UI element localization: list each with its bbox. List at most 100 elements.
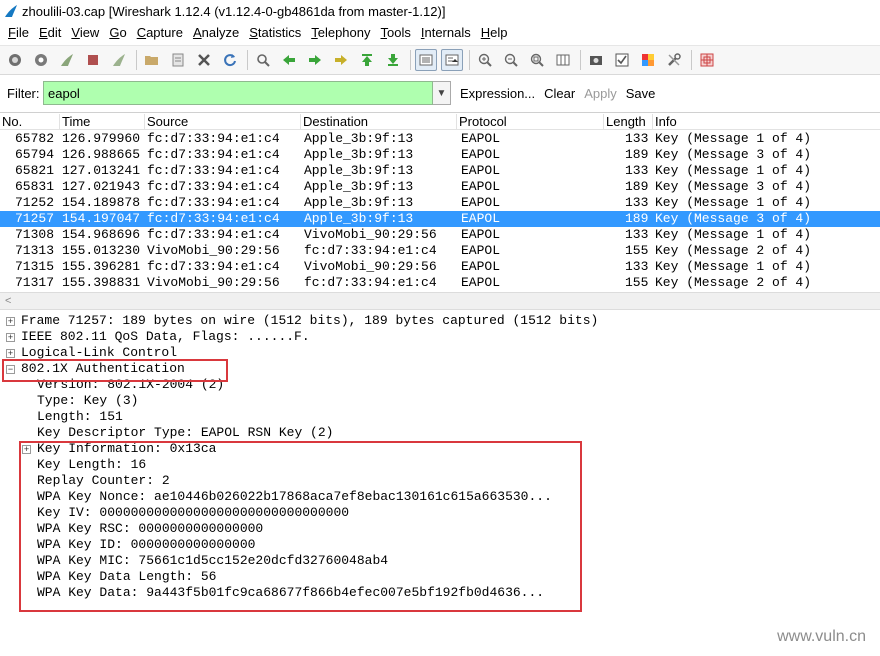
expression-button[interactable]: Expression... (460, 86, 535, 101)
tree-item-wpa-key-data-length[interactable]: WPA Key Data Length: 56 (37, 569, 216, 585)
cell-info: Key (Message 1 of 4) (655, 195, 812, 210)
apply-button[interactable]: Apply (584, 86, 617, 101)
expand-plus-icon[interactable]: + (6, 349, 15, 358)
menu-internals[interactable]: Internals (416, 22, 476, 44)
cell-info: Key (Message 3 of 4) (655, 147, 812, 162)
menu-help[interactable]: Help (476, 22, 513, 44)
packet-list-horizontal-scrollbar[interactable]: < (0, 292, 880, 310)
cell-destination: VivoMobi_90:29:56 (304, 227, 437, 242)
packet-details-tree[interactable]: + Frame 71257: 189 bytes on wire (1512 b… (0, 313, 880, 656)
packet-row[interactable]: 71252 154.189878 fc:d7:33:94:e1:c4 Apple_3b… (0, 195, 880, 211)
find-packet-icon[interactable] (252, 49, 274, 71)
tree-item-key-length[interactable]: Key Length: 16 (37, 457, 146, 473)
menu-file[interactable]: File (3, 22, 34, 44)
menu-analyze[interactable]: Analyze (188, 22, 244, 44)
tree-item-wpa-key-mic[interactable]: WPA Key MIC: 75661c1d5cc152e20dcfd327600… (37, 553, 388, 569)
packet-row[interactable]: 65821 127.013241 fc:d7:33:94:e1:c4 Apple_3b… (0, 163, 880, 179)
menu-capture[interactable]: Capture (132, 22, 188, 44)
clear-button[interactable]: Clear (544, 86, 575, 101)
filter-dropdown-chevron-down-icon[interactable]: ▼ (433, 81, 451, 105)
packet-row[interactable]: 71315 155.396281 fc:d7:33:94:e1:c4 VivoMobi… (0, 259, 880, 275)
menu-tools[interactable]: Tools (376, 22, 416, 44)
expand-plus-icon[interactable]: + (6, 317, 15, 326)
tree-item-key-iv[interactable]: Key IV: 00000000000000000000000000000000 (37, 505, 349, 521)
column-header-time[interactable]: Time (59, 114, 90, 130)
tree-item-wpa-key-nonce[interactable]: WPA Key Nonce: ae10446b026022b17868aca7e… (37, 489, 552, 505)
tree-item-wpa-key-rsc[interactable]: WPA Key RSC: 0000000000000000 (37, 521, 263, 537)
menu-telephony[interactable]: Telephony (306, 22, 375, 44)
go-last-icon[interactable] (382, 49, 404, 71)
cell-info: Key (Message 1 of 4) (655, 259, 812, 274)
tree-item-llc[interactable]: Logical-Link Control (21, 345, 177, 361)
cell-no: 65821 (15, 163, 55, 178)
expand-plus-icon[interactable]: + (6, 333, 15, 342)
tree-item-8021x-authentication[interactable]: 802.1X Authentication (21, 361, 185, 377)
expand-plus-icon[interactable]: + (22, 445, 31, 454)
save-file-icon[interactable] (167, 49, 189, 71)
tree-item-key-descriptor-type[interactable]: Key Descriptor Type: EAPOL RSN Key (2) (37, 425, 333, 441)
filter-toolbar: Filter: ▼ Expression... Clear Apply Save (0, 78, 880, 108)
capture-filters-icon[interactable] (585, 49, 607, 71)
packet-row[interactable]: 71313 155.013230 VivoMobi_90:29:56 fc:d7:33… (0, 243, 880, 259)
column-header-source[interactable]: Source (144, 114, 188, 130)
cell-info: Key (Message 3 of 4) (655, 179, 812, 194)
packet-list[interactable]: No. Time Source Destination Protocol Len… (0, 112, 880, 292)
tree-item-version[interactable]: Version: 802.1X-2004 (2) (37, 377, 224, 393)
menu-go[interactable]: Go (104, 22, 131, 44)
stop-capture-icon[interactable] (82, 49, 104, 71)
scroll-left-chevron-icon[interactable]: < (5, 295, 11, 307)
tree-item-length[interactable]: Length: 151 (37, 409, 123, 425)
menu-view[interactable]: View (66, 22, 104, 44)
cell-protocol: EAPOL (461, 131, 501, 146)
packet-row[interactable]: 65831 127.021943 fc:d7:33:94:e1:c4 Apple_3b… (0, 179, 880, 195)
tree-item-type[interactable]: Type: Key (3) (37, 393, 138, 409)
reload-icon[interactable] (219, 49, 241, 71)
tree-item-replay-counter[interactable]: Replay Counter: 2 (37, 473, 170, 489)
close-file-icon[interactable] (193, 49, 215, 71)
preferences-icon[interactable] (663, 49, 685, 71)
column-header-length[interactable]: Length (603, 114, 646, 130)
restart-capture-icon[interactable] (108, 49, 130, 71)
tree-item-frame[interactable]: Frame 71257: 189 bytes on wire (1512 bit… (21, 313, 598, 329)
column-header-info[interactable]: Info (652, 114, 677, 130)
auto-scroll-icon[interactable] (441, 49, 463, 71)
tree-item-ieee-80211[interactable]: IEEE 802.11 QoS Data, Flags: ......F. (21, 329, 310, 345)
cell-info: Key (Message 2 of 4) (655, 243, 812, 258)
go-to-packet-icon[interactable] (330, 49, 352, 71)
open-file-icon[interactable] (141, 49, 163, 71)
interfaces-icon[interactable] (4, 49, 26, 71)
packet-row[interactable]: 65794 126.988665 fc:d7:33:94:e1:c4 Apple_3b… (0, 147, 880, 163)
cell-source: fc:d7:33:94:e1:c4 (147, 147, 280, 162)
packet-row[interactable]: 71308 154.968696 fc:d7:33:94:e1:c4 VivoMobi… (0, 227, 880, 243)
normal-size-icon[interactable] (526, 49, 548, 71)
help-icon[interactable] (696, 49, 718, 71)
packet-row[interactable]: 65782 126.979960 fc:d7:33:94:e1:c4 Apple_3b… (0, 131, 880, 147)
column-header-destination[interactable]: Destination (300, 114, 368, 130)
resize-columns-icon[interactable] (552, 49, 574, 71)
start-capture-icon[interactable] (56, 49, 78, 71)
menu-statistics[interactable]: Statistics (244, 22, 306, 44)
capture-options-icon[interactable] (30, 49, 52, 71)
tree-item-wpa-key-data[interactable]: WPA Key Data: 9a443f5b01fc9ca68677f866b4… (37, 585, 544, 601)
go-forward-icon[interactable] (304, 49, 326, 71)
colorize-icon[interactable] (415, 49, 437, 71)
packet-row[interactable]: 71317 155.398831 VivoMobi_90:29:56 fc:d7:33… (0, 275, 880, 291)
collapse-minus-icon[interactable]: − (6, 365, 15, 374)
zoom-out-icon[interactable] (500, 49, 522, 71)
cell-source: fc:d7:33:94:e1:c4 (147, 131, 280, 146)
coloring-rules-icon[interactable] (637, 49, 659, 71)
go-first-icon[interactable] (356, 49, 378, 71)
display-filter-input[interactable] (43, 81, 433, 105)
column-header-protocol[interactable]: Protocol (456, 114, 507, 130)
go-back-icon[interactable] (278, 49, 300, 71)
packet-row[interactable]: 71257 154.197047 fc:d7:33:94:e1:c4 Apple_3b… (0, 211, 880, 227)
tree-item-key-information[interactable]: Key Information: 0x13ca (37, 441, 216, 457)
display-filters-icon[interactable] (611, 49, 633, 71)
cell-protocol: EAPOL (461, 195, 501, 210)
cell-source: VivoMobi_90:29:56 (147, 275, 280, 290)
column-header-no[interactable]: No. (0, 114, 22, 130)
menu-edit[interactable]: Edit (34, 22, 66, 44)
tree-item-wpa-key-id[interactable]: WPA Key ID: 0000000000000000 (37, 537, 255, 553)
zoom-in-icon[interactable] (474, 49, 496, 71)
save-filter-button[interactable]: Save (626, 86, 656, 101)
